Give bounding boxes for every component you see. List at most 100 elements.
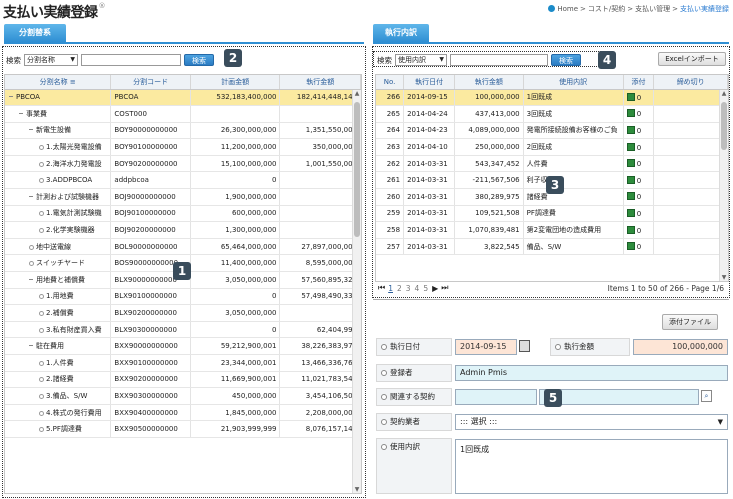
row-attach[interactable]: 0 bbox=[623, 105, 655, 123]
last-page-icon[interactable]: ⏭ bbox=[441, 283, 448, 293]
row-attach[interactable]: 0 bbox=[623, 171, 655, 190]
first-page-icon[interactable]: ⏮ bbox=[378, 283, 385, 293]
row-attach[interactable]: 0 bbox=[623, 89, 655, 107]
row-name-cell[interactable]: 3.私有財産買入費 bbox=[5, 321, 112, 339]
table-row[interactable]: 2.補償費 BLX902000000003,050,000,0000 bbox=[5, 304, 361, 322]
breadcrumb-payment[interactable]: 支払い管理 bbox=[635, 5, 670, 13]
table-row[interactable]: 3.私有財産買入費 BLX90300000000 0 62,404,994 bbox=[5, 321, 361, 339]
row-name-cell[interactable]: 2.化学実験機器 bbox=[5, 221, 112, 239]
row-name-cell[interactable]: 新電生設備 bbox=[5, 122, 112, 140]
row-attach[interactable]: 0 bbox=[623, 155, 655, 173]
row-name-cell[interactable]: 1.人件費 bbox=[5, 354, 112, 372]
row-name-cell[interactable]: 2.補償費 bbox=[5, 304, 112, 322]
table-row[interactable]: 1.人件費 BXX90100000000 23,344,000,001 13,466,… bbox=[5, 354, 361, 372]
row-name-cell[interactable]: 1.太陽光発電設備 bbox=[5, 138, 112, 156]
row-name-cell[interactable]: 用地費と補償費 bbox=[5, 271, 112, 289]
col-header-no[interactable]: No. bbox=[376, 75, 405, 90]
save-icon[interactable] bbox=[626, 225, 635, 234]
right-scrollbar[interactable]: ▲ ▼ bbox=[719, 90, 728, 281]
table-row[interactable]: 新電生設備 BOY90000000000 26,300,000,000 1,351,5… bbox=[5, 122, 361, 140]
row-attach[interactable]: 0 bbox=[623, 122, 655, 140]
table-row[interactable]: 262 2014-03-31 543,347,452 人件費 0 bbox=[376, 155, 728, 173]
search-icon[interactable]: ⌕ bbox=[701, 390, 712, 402]
save-icon[interactable] bbox=[626, 142, 635, 151]
col-header-amount[interactable]: 執行金額 bbox=[454, 75, 524, 90]
save-icon[interactable] bbox=[626, 208, 635, 217]
excel-import-button[interactable]: Excelインポート bbox=[658, 52, 726, 66]
col-header-exec[interactable]: 執行金額 bbox=[279, 75, 361, 90]
table-row[interactable]: 264 2014-04-23 4,089,000,000 発電所接続設備お客様のご負 0 bbox=[376, 122, 728, 140]
col-header-usage[interactable]: 使用内訳 bbox=[523, 75, 624, 90]
save-icon[interactable] bbox=[626, 192, 635, 201]
save-icon[interactable] bbox=[626, 159, 635, 168]
contract-field[interactable] bbox=[539, 389, 699, 405]
attach-file-button[interactable]: 添付ファイル bbox=[662, 314, 718, 330]
table-row[interactable]: 259 2014-03-31 109,521,508 PF調達費 0 bbox=[376, 205, 728, 223]
table-row[interactable]: 3.備品、S/W BXX90300000000 450,000,000 3,454,1… bbox=[5, 387, 361, 405]
vendor-select[interactable]: ::: 選択 ::: ▼ bbox=[455, 414, 728, 430]
row-name-cell[interactable]: PBCOA bbox=[5, 89, 112, 107]
contract-code-field[interactable] bbox=[455, 389, 537, 405]
right-search-button[interactable]: 検索 bbox=[551, 54, 581, 66]
table-row[interactable]: 3.ADDPBCOAaddpbcoa00 bbox=[5, 171, 361, 190]
row-name-cell[interactable]: 駐在費用 bbox=[5, 337, 112, 355]
col-header-attach[interactable]: 添付 bbox=[623, 75, 655, 90]
col-header-plan[interactable]: 計画金額 bbox=[190, 75, 281, 90]
row-attach[interactable]: 0 bbox=[623, 188, 655, 206]
next-page-icon[interactable]: ▶ bbox=[432, 284, 438, 293]
scroll-up-icon[interactable]: ▲ bbox=[720, 90, 728, 98]
table-row[interactable]: 2.化学実験機器 BOJ902000000001,300,000,0000 bbox=[5, 221, 361, 239]
save-icon[interactable] bbox=[626, 242, 635, 251]
tab-division[interactable]: 分割替系 bbox=[4, 24, 66, 42]
table-row[interactable]: 266 2014-09-15 100,000,000 1回既成 0 bbox=[376, 89, 728, 107]
table-row[interactable]: 257 2014-03-31 3,822,545 備品、S/W 0 bbox=[376, 238, 728, 256]
table-row[interactable]: 2.諸経費 BXX90200000000 11,669,900,001 11,021,… bbox=[5, 371, 361, 389]
row-name-cell[interactable]: 2.諸経費 bbox=[5, 371, 112, 389]
tab-execution[interactable]: 執行内訳 bbox=[373, 24, 429, 42]
scroll-up-icon[interactable]: ▲ bbox=[353, 90, 361, 98]
page-3[interactable]: 3 bbox=[406, 284, 411, 293]
table-row[interactable]: 5.PF調達費 BXX90500000000 21,903,999,999 8,076… bbox=[5, 420, 361, 438]
table-row[interactable]: 2.海洋水力発電設 BOY90200000000 15,100,000,000 1,0… bbox=[5, 155, 361, 173]
save-icon[interactable] bbox=[626, 175, 635, 184]
row-name-cell[interactable]: 3.備品、S/W bbox=[5, 387, 112, 405]
exec-date-field[interactable]: 2014-09-15 bbox=[455, 339, 517, 355]
left-search-select[interactable]: 分割名称 ▼ bbox=[24, 54, 78, 66]
page-4[interactable]: 4 bbox=[415, 284, 420, 293]
right-search-input[interactable] bbox=[450, 54, 548, 66]
row-name-cell[interactable]: スイッチヤード bbox=[5, 254, 112, 273]
row-name-cell[interactable]: 5.PF調達費 bbox=[5, 420, 112, 438]
row-name-cell[interactable]: 2.海洋水力発電設 bbox=[5, 155, 112, 173]
table-row[interactable]: PBCOA PBCOA 532,183,400,000 182,414,448,142 bbox=[5, 89, 361, 107]
right-search-select[interactable]: 使用内訳 ▼ bbox=[395, 54, 447, 66]
page-2[interactable]: 2 bbox=[397, 284, 402, 293]
row-attach[interactable]: 0 bbox=[623, 205, 655, 223]
left-scroll-thumb[interactable] bbox=[354, 102, 360, 237]
table-row[interactable]: 265 2014-04-24 437,413,000 3回既成 0 bbox=[376, 105, 728, 123]
row-attach[interactable]: 0 bbox=[623, 138, 655, 156]
table-row[interactable]: 258 2014-03-31 1,070,839,481 第2変電団地の造成費用 0 bbox=[376, 221, 728, 239]
col-header-closing[interactable]: 締め切り bbox=[653, 75, 728, 90]
left-scrollbar[interactable]: ▲ ▼ bbox=[352, 90, 361, 493]
row-name-cell[interactable]: 1.用地費 bbox=[5, 288, 112, 306]
row-attach[interactable]: 0 bbox=[623, 221, 655, 239]
save-icon[interactable] bbox=[626, 92, 635, 101]
right-scroll-thumb[interactable] bbox=[721, 102, 727, 150]
table-row[interactable]: 263 2014-04-10 250,000,000 2回既成 0 bbox=[376, 138, 728, 156]
table-row[interactable]: 4.株式の発行費用 BXX90400000000 1,845,000,000 2,20… bbox=[5, 404, 361, 422]
row-name-cell[interactable]: 事業費 bbox=[5, 105, 112, 123]
table-row[interactable]: 駐在費用 BXX90000000000 59,212,900,001 38,226,3… bbox=[5, 337, 361, 355]
table-row[interactable]: 地中送電線 BOL90000000000 65,464,000,000 27,897,… bbox=[5, 238, 361, 256]
table-row[interactable]: 1.太陽光発電設備 BOY90100000000 11,200,000,000 350… bbox=[5, 138, 361, 156]
table-row[interactable]: 計測および試験機器 BOJ900000000001,900,000,0000 bbox=[5, 188, 361, 206]
row-attach[interactable]: 0 bbox=[623, 238, 655, 256]
breadcrumb-cost[interactable]: コスト/契約 bbox=[588, 5, 625, 13]
row-name-cell[interactable]: 1.電気計測試験機 bbox=[5, 205, 112, 223]
col-header-name[interactable]: 分割名称 ≡ bbox=[5, 75, 112, 90]
page-5[interactable]: 5 bbox=[423, 284, 428, 293]
col-header-code[interactable]: 分割コード bbox=[110, 75, 191, 90]
row-name-cell[interactable]: 4.株式の発行費用 bbox=[5, 404, 112, 422]
table-row[interactable]: 事業費 COST000 bbox=[5, 105, 361, 123]
row-name-cell[interactable]: 3.ADDPBCOA bbox=[5, 171, 112, 190]
table-row[interactable]: 1.電気計測試験機 BOJ90100000000600,000,0000 bbox=[5, 205, 361, 223]
